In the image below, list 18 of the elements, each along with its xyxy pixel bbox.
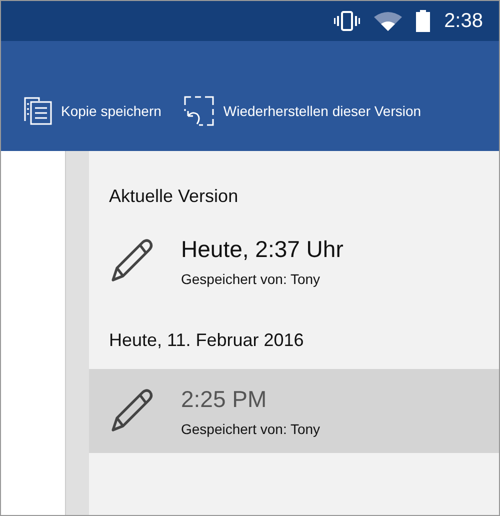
vibrate-icon [334, 11, 360, 31]
battery-icon [416, 10, 430, 32]
wifi-icon [374, 11, 402, 31]
toolbar-button[interactable]: Kopie speichern [23, 96, 162, 126]
pencil-icon [109, 238, 155, 284]
version-time: Heute, 2:37 Uhr [181, 236, 344, 262]
toolbar-button[interactable]: Wiederherstellen dieser Version [183, 96, 422, 126]
saved-by-text: Gespeichert von: Tony [181, 270, 322, 286]
version-item[interactable]: 2:25 PM Gespeichert von: Tony [89, 369, 499, 453]
version-item[interactable]: Heute, 2:37 Uhr Gespeichert von: Tony [89, 219, 499, 303]
version-time: 2:25 PM [181, 386, 268, 412]
copy-document-icon [23, 96, 53, 126]
pencil-icon [109, 388, 155, 434]
section-heading: Aktuelle Version [108, 185, 240, 208]
restore-icon [183, 96, 216, 126]
section-heading: Heute, 11. Februar 2016 [108, 329, 305, 352]
saved-by-text: Gespeichert von: Tony [181, 420, 320, 436]
status-time: 2:38 [444, 10, 483, 32]
